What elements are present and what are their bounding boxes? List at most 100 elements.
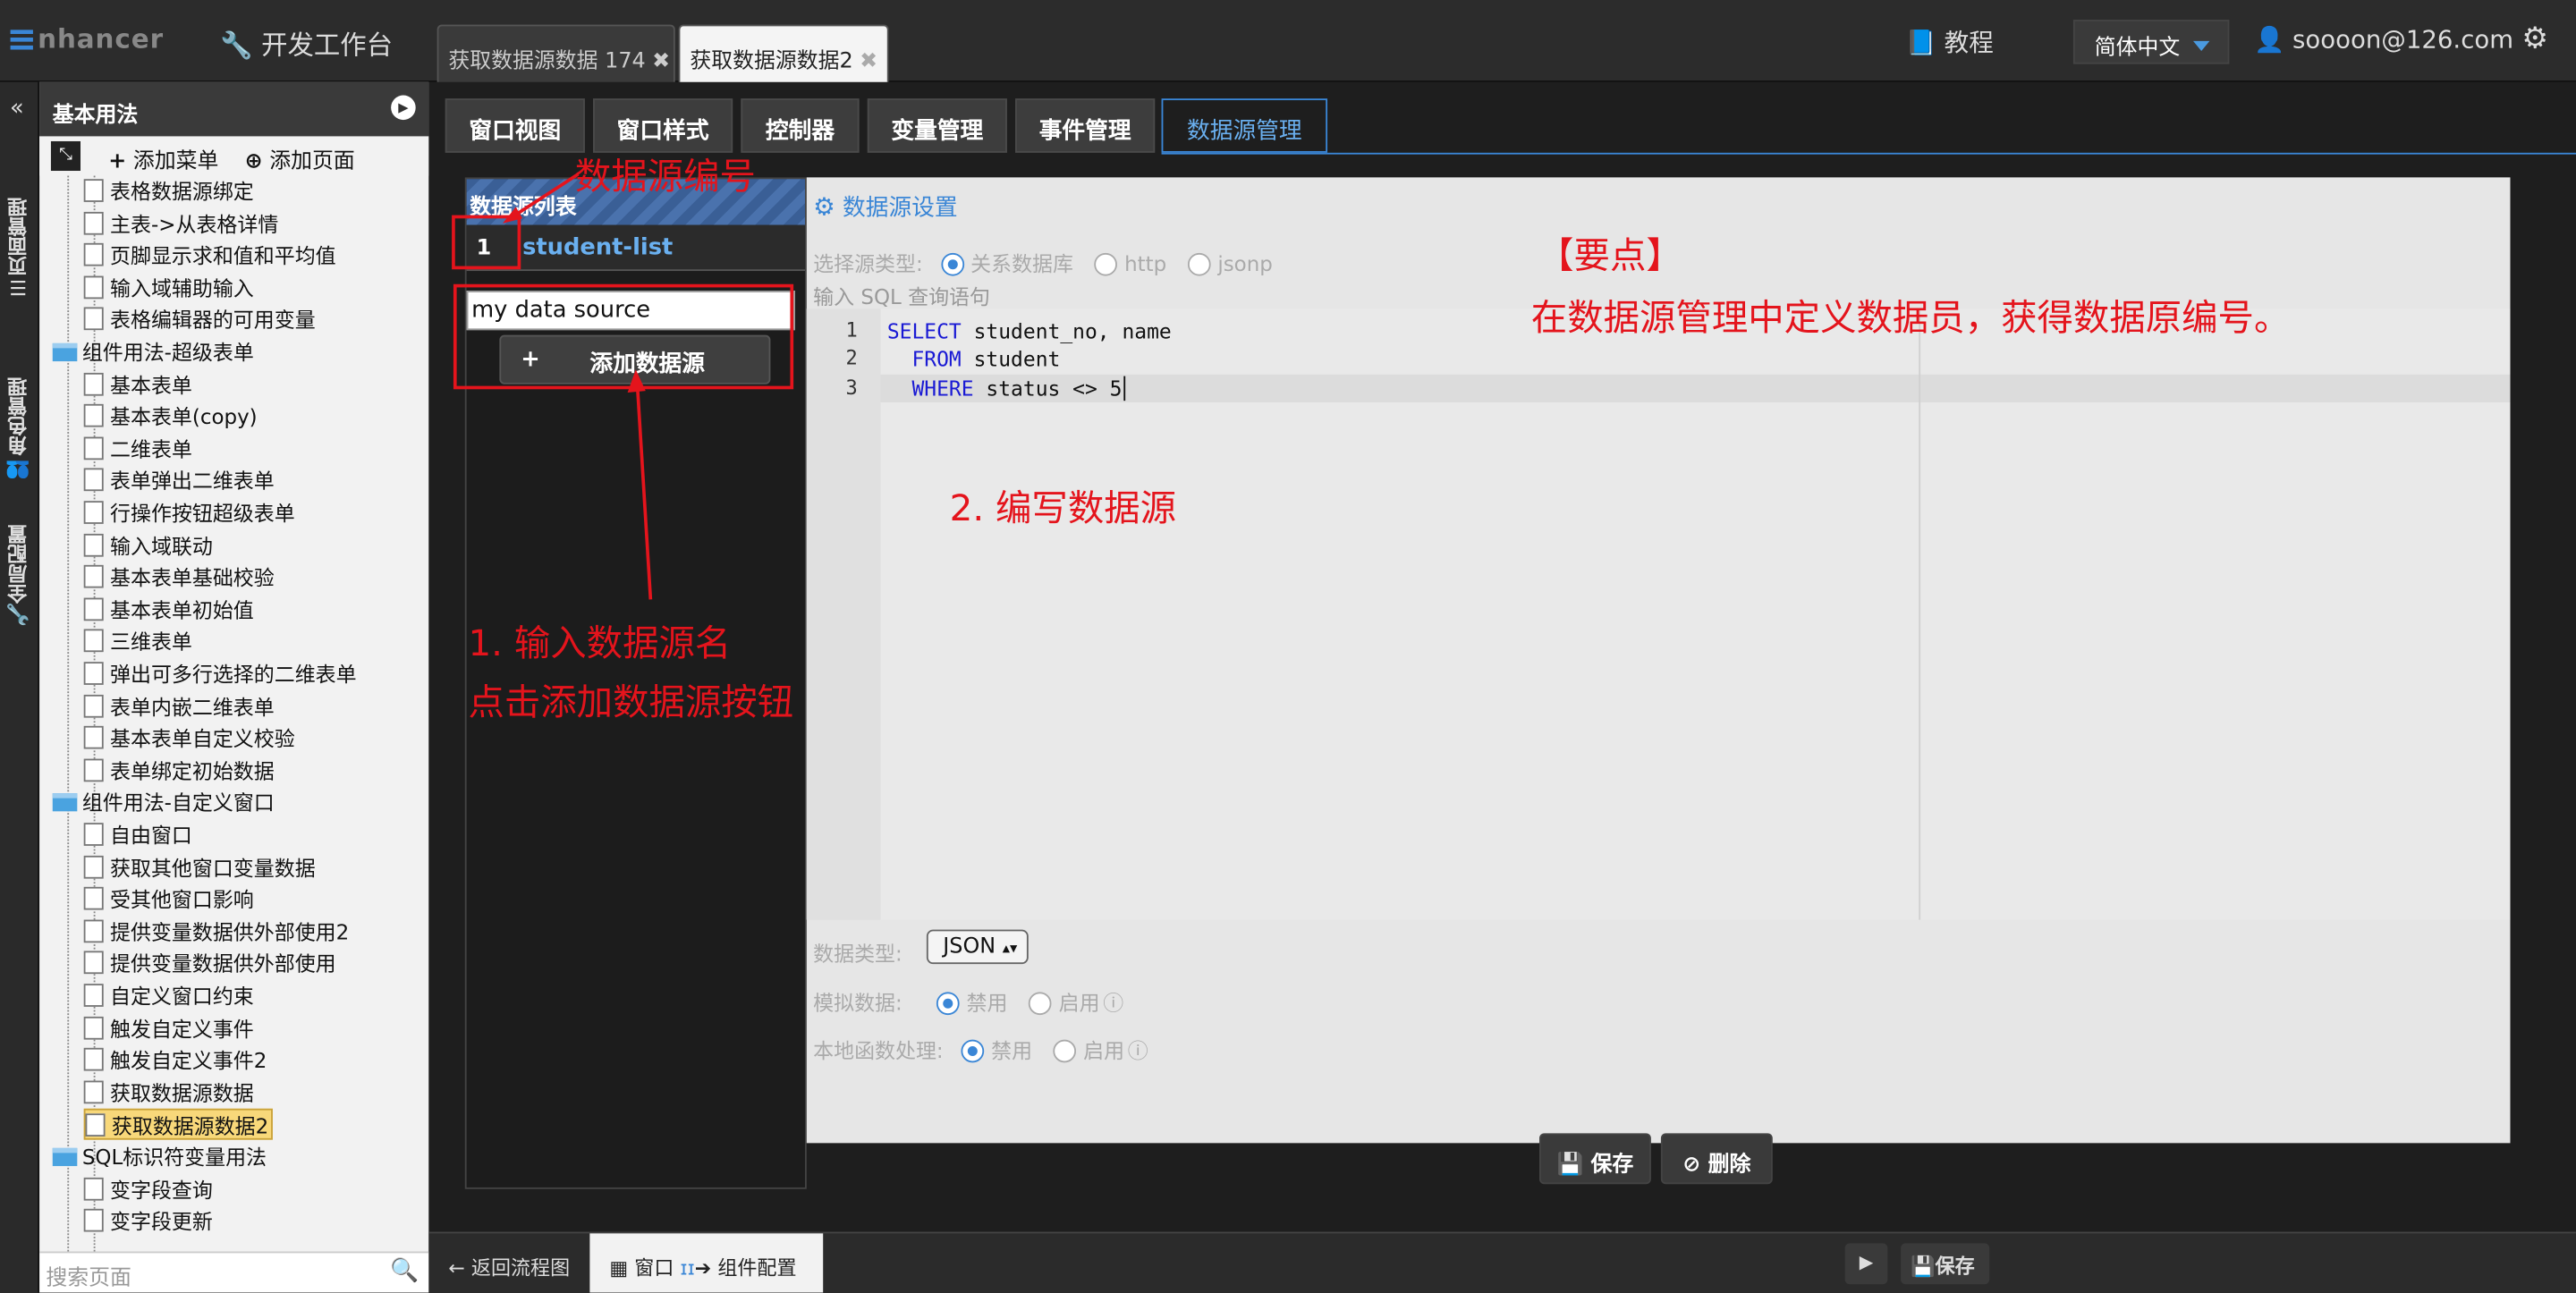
tree-page[interactable]: 受其他窗口影响 [83, 883, 254, 915]
page-icon [83, 211, 104, 234]
tree-page[interactable]: 触发自定义事件2 [83, 1044, 267, 1076]
tree-page[interactable]: 输入域辅助输入 [83, 273, 254, 304]
local-fn-disable[interactable]: 禁用 [962, 1033, 1046, 1064]
radio-icon[interactable] [936, 992, 961, 1016]
save-datasource-button[interactable]: 💾 保存 [1538, 1133, 1651, 1185]
back-to-flow-button[interactable]: ← 返回流程图 [448, 1233, 596, 1292]
tree-folder[interactable]: 组件用法-自定义窗口 [52, 787, 275, 818]
collapse-all-icon[interactable]: ⤡ [50, 140, 80, 172]
local-fn-enable[interactable]: 启用 ⓘ [1054, 1033, 1161, 1064]
tree-page[interactable]: 基本表单(copy) [83, 401, 258, 432]
delete-datasource-button[interactable]: ⊘ 删除 [1660, 1133, 1773, 1185]
mock-enable[interactable]: 启用 ⓘ [1029, 985, 1137, 1017]
radio-icon[interactable] [1054, 1039, 1077, 1063]
tree-node-label: 输入域辅助输入 [110, 275, 254, 300]
page-icon [83, 855, 104, 878]
tab-page-management[interactable]: ☰页面管理 [4, 151, 37, 345]
tab-variable-management[interactable]: 变量管理 [867, 98, 1007, 153]
add-menu-button[interactable]: + 添加菜单 [108, 143, 218, 174]
tab-window-view[interactable]: 窗口视图 [445, 98, 585, 153]
language-select[interactable]: 简体中文 [2072, 20, 2230, 64]
tab-window-style[interactable]: 窗口样式 [593, 98, 733, 153]
tree-page[interactable]: 表单弹出二维表单 [83, 466, 275, 497]
collapse-left-icon[interactable]: « [10, 96, 24, 122]
tree-page[interactable]: 基本表单 [83, 369, 192, 401]
app-logo[interactable]: ≡nhancer [6, 20, 164, 61]
tree-page[interactable]: 表格数据源绑定 [83, 176, 254, 207]
tree-page[interactable]: 基本表单基础校验 [83, 562, 275, 593]
tree-node-label: 页脚显示求和值和平均值 [110, 243, 336, 268]
tree-node-label: 表格数据源绑定 [110, 179, 254, 204]
doc-tab-2[interactable]: 获取数据源数据2 ✖ [678, 24, 889, 82]
sql-editor[interactable]: 1 2 3 SELECT student_no, name FROM stude… [806, 308, 2511, 920]
tree-page[interactable]: 三维表单 [83, 627, 192, 658]
tree-page[interactable]: 获取数据源数据 [83, 1078, 254, 1109]
grid-icon: ▦ [609, 1256, 629, 1280]
tree-search[interactable]: 搜索页面 🔍 [39, 1251, 429, 1293]
breadcrumb-window[interactable]: 窗口 [634, 1256, 674, 1280]
tree-page[interactable]: 弹出可多行选择的二维表单 [83, 659, 357, 690]
code-line[interactable]: WHERE status <> 5 [887, 376, 1126, 401]
tree-page[interactable]: 基本表单自定义校验 [83, 723, 295, 754]
side-strip: « ☰页面管理 👥角色管理 🔧全局配置 [0, 81, 40, 1293]
tree-page[interactable]: 触发自定义事件 [83, 1012, 254, 1044]
tree-page[interactable]: 自定义窗口约束 [83, 981, 254, 1012]
radio-icon[interactable] [1029, 992, 1053, 1016]
code-line[interactable]: FROM student [887, 347, 1060, 372]
tree-page[interactable]: 提供变量数据供外部使用2 [83, 917, 350, 948]
play-icon[interactable]: ▶ [391, 95, 416, 121]
search-input[interactable]: 搜索页面 [46, 1260, 131, 1291]
data-type-select[interactable]: JSON ▴▾ [926, 929, 1029, 965]
tree-folder[interactable]: 组件用法-超级表单 [52, 337, 254, 368]
tree-page[interactable]: 基本表单初始值 [83, 595, 254, 626]
radio-icon[interactable] [962, 1039, 985, 1063]
tree-page[interactable]: 变字段更新 [83, 1205, 213, 1237]
tab-global-config[interactable]: 🔧全局配置 [4, 512, 37, 640]
tree-page[interactable]: 主表->从表格详情 [83, 208, 279, 240]
radio-icon[interactable] [1095, 252, 1118, 276]
doc-tab-1[interactable]: 获取数据源数据 174 ✖ [436, 24, 675, 82]
save-page-button[interactable]: 💾保存 [1901, 1243, 1990, 1285]
tree-folder[interactable]: SQL标识符变量用法 [52, 1142, 267, 1173]
source-type-jsonp[interactable]: jsonp [1188, 247, 1285, 278]
tree-node-label: 输入域联动 [110, 533, 213, 558]
tree-page[interactable]: 表单绑定初始数据 [83, 756, 275, 787]
page-icon [83, 469, 104, 492]
mock-disable[interactable]: 禁用 [936, 985, 1021, 1017]
user-menu[interactable]: 👤 soooon@126.com [2254, 25, 2513, 55]
page-icon [85, 1114, 106, 1137]
ban-icon: ⊘ [1682, 1153, 1701, 1178]
radio-icon[interactable] [1188, 252, 1211, 276]
tree-page[interactable]: 表格编辑器的可用变量 [83, 305, 316, 336]
source-type-http[interactable]: http [1095, 247, 1180, 278]
close-icon[interactable]: ✖ [860, 49, 877, 74]
search-icon[interactable]: 🔍 [390, 1258, 419, 1284]
breadcrumb-config[interactable]: 组件配置 [717, 1256, 796, 1280]
add-page-button[interactable]: ⊕ 添加页面 [245, 143, 355, 174]
page-icon [83, 243, 104, 266]
tab-controller[interactable]: 控制器 [741, 98, 860, 153]
close-icon[interactable]: ✖ [652, 49, 670, 74]
code-line[interactable]: SELECT student_no, name [887, 318, 1172, 343]
tree-page[interactable]: 自由窗口 [83, 820, 192, 851]
tree-page[interactable]: 获取其他窗口变量数据 [83, 852, 316, 883]
run-button[interactable]: ▶ [1844, 1243, 1888, 1285]
tree-node-label: 提供变量数据供外部使用 [110, 951, 336, 976]
workbench-title[interactable]: 🔧 开发工作台 [220, 23, 393, 63]
gear-icon[interactable]: ⚙ [2521, 21, 2548, 56]
radio-icon[interactable] [941, 252, 964, 276]
tab-event-management[interactable]: 事件管理 [1015, 98, 1156, 153]
tree-page[interactable]: 输入域联动 [83, 530, 213, 562]
tree-page[interactable]: 行操作按钮超级表单 [83, 498, 295, 529]
tutorial-link[interactable]: 📘 教程 [1906, 25, 1994, 60]
datasource-name[interactable]: student-list [522, 235, 673, 261]
tab-role-management[interactable]: 👥角色管理 [4, 365, 37, 493]
tree-page[interactable]: 表单内嵌二维表单 [83, 691, 275, 723]
tree-page[interactable]: 变字段查询 [83, 1173, 213, 1204]
tree-page[interactable]: 提供变量数据供外部使用 [83, 948, 336, 979]
tab-datasource-management[interactable]: 数据源管理 [1161, 98, 1328, 153]
source-type-relational[interactable]: 关系数据库 [941, 247, 1087, 278]
tree-page[interactable]: 获取数据源数据2 [83, 1109, 274, 1141]
tree-page[interactable]: 页脚显示求和值和平均值 [83, 241, 336, 272]
tree-page[interactable]: 二维表单 [83, 434, 192, 465]
